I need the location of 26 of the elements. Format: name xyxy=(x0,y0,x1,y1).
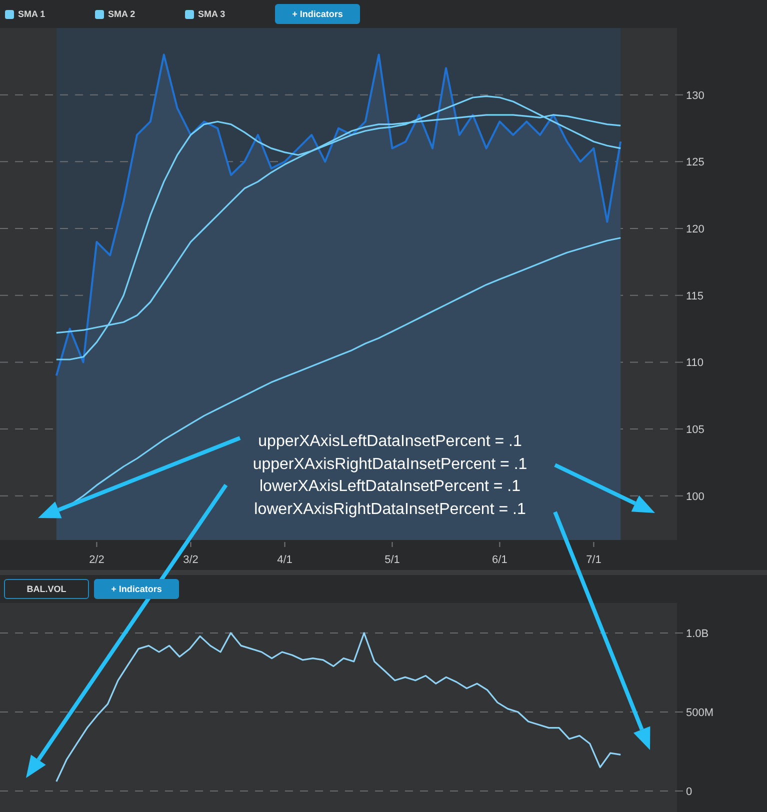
y-axis-label: 130 xyxy=(686,90,704,102)
add-indicators-button[interactable]: + Indicators xyxy=(94,579,179,599)
legend-label: SMA 1 xyxy=(18,9,46,19)
y-axis-label: 120 xyxy=(686,224,704,236)
y-axis-label: 105 xyxy=(686,424,704,436)
x-axis-label: 3/2 xyxy=(183,554,198,566)
y-axis-label: 100 xyxy=(686,490,704,503)
y-axis-label: 110 xyxy=(686,357,704,370)
y-axis-label: 115 xyxy=(686,290,704,302)
legend-label: SMA 3 xyxy=(198,9,226,19)
y-axis-label: 125 xyxy=(686,156,704,169)
x-axis-label: 6/1 xyxy=(492,554,508,566)
y-axis-label: 500M xyxy=(686,707,714,719)
x-axis-label: 7/1 xyxy=(586,554,602,566)
legend-label: SMA 2 xyxy=(108,9,136,19)
annotation-text: upperXAxisLeftDataInsetPercent = .1 xyxy=(258,432,522,452)
annotation-text: upperXAxisRightDataInsetPercent = .1 xyxy=(252,454,528,475)
y-axis-label: 1.0B xyxy=(686,628,709,640)
add-indicators-button[interactable]: + Indicators xyxy=(275,4,360,24)
y-axis-label: 0 xyxy=(686,786,692,798)
annotation-text: lowerXAxisLeftDataInsetPercent = .1 xyxy=(259,477,521,498)
annotation-text: lowerXAxisRightDataInsetPercent = .1 xyxy=(254,500,526,520)
study-button[interactable]: BAL.VOL xyxy=(4,579,89,599)
x-axis-label: 4/1 xyxy=(277,554,292,566)
x-axis-label: 2/2 xyxy=(89,554,104,566)
x-axis-label: 5/1 xyxy=(384,554,400,566)
